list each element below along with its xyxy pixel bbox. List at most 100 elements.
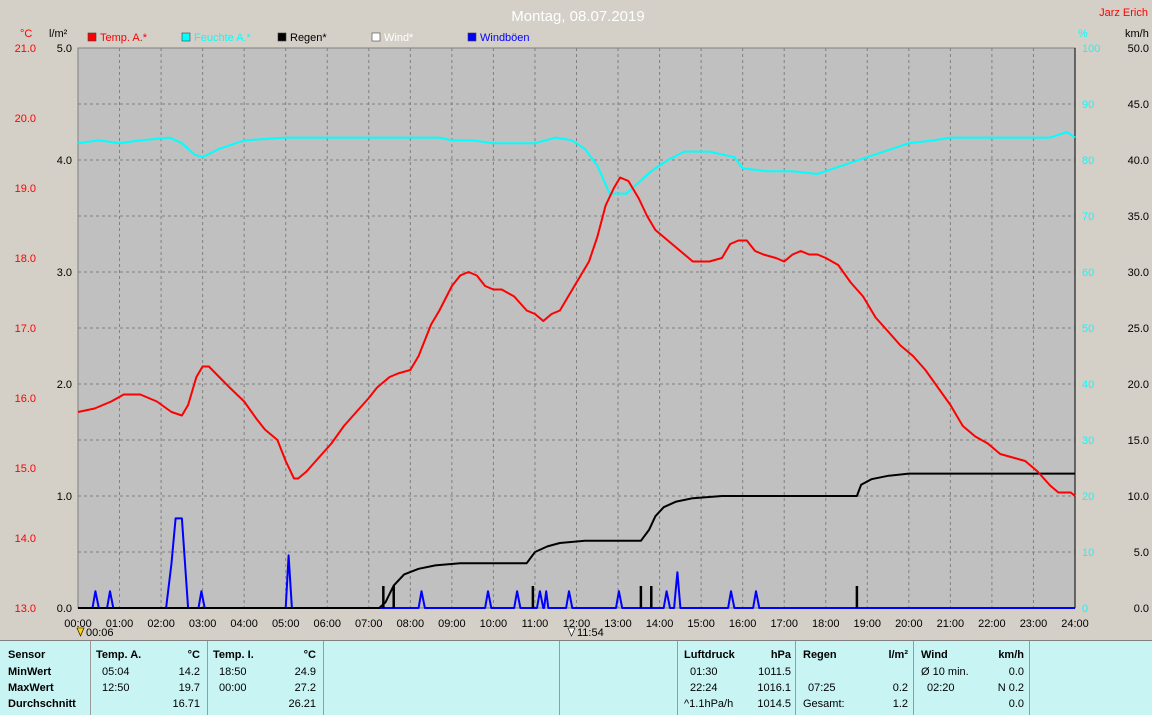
humidity-tick-label: 40 — [1082, 379, 1094, 391]
temp-tick-label: 18.0 — [15, 253, 36, 265]
humidity-unit-label: % — [1078, 28, 1088, 40]
x-tick-label: 16:00 — [729, 618, 757, 630]
temp-tick-label: 15.0 — [15, 463, 36, 475]
rain-tick-label: 4.0 — [57, 155, 72, 167]
marker-mid-label: 11:54 — [577, 627, 604, 639]
rain-total-label: Gesamt: — [803, 698, 845, 710]
humidity-tick-label: 30 — [1082, 435, 1094, 447]
humidity-tick-label: 10 — [1082, 547, 1094, 559]
author-label: Jarz Erich — [1099, 7, 1148, 19]
wind-tick-label: 15.0 — [1128, 435, 1149, 447]
x-tick-label: 08:00 — [397, 618, 425, 630]
humidity-tick-label: 50 — [1082, 323, 1094, 335]
stats-temp-i: Temp. I. °C 18:50 24.9 00:00 27.2 26.21 — [207, 641, 324, 715]
temp-a-avg-value: 16.71 — [172, 698, 200, 710]
x-tick-label: 15:00 — [687, 618, 715, 630]
temp-tick-label: 14.0 — [15, 533, 36, 545]
wind-title: Wind — [921, 649, 948, 661]
pressure-unit: hPa — [770, 649, 791, 661]
x-tick-label: 02:00 — [147, 618, 175, 630]
wind-tick-label: 50.0 — [1128, 43, 1149, 55]
pressure-trend-value: 1014.5 — [757, 698, 791, 710]
x-tick-label: 06:00 — [313, 618, 341, 630]
temp-i-min-time: 18:50 — [219, 666, 247, 678]
x-tick-label: 19:00 — [854, 618, 882, 630]
humidity-tick-label: 20 — [1082, 491, 1094, 503]
stats-temp-a: Temp. A. °C 05:04 14.2 12:50 19.7 16.71 — [90, 641, 208, 715]
temp-a-unit: °C — [187, 649, 200, 661]
humidity-tick-label: 90 — [1082, 99, 1094, 111]
wind-avg-label: Ø 10 min. — [921, 666, 969, 678]
legend-swatch — [87, 32, 97, 42]
x-tick-label: 22:00 — [978, 618, 1006, 630]
stats-spacer-b — [559, 641, 678, 715]
chart-title: Montag, 08.07.2019 — [511, 8, 644, 25]
wind-unit-label: km/h — [1125, 28, 1149, 40]
temp-tick-label: 17.0 — [15, 323, 36, 335]
rain-total-value: 1.2 — [892, 698, 908, 710]
temp-tick-label: 20.0 — [15, 113, 36, 125]
legend-label: Temp. A.* — [100, 32, 148, 44]
x-tick-label: 17:00 — [770, 618, 798, 630]
pressure-title: Luftdruck — [684, 649, 735, 661]
stats-pressure: Luftdruck hPa 01:30 1011.5 22:24 1016.1 … — [677, 641, 796, 715]
temp-i-max-time: 00:00 — [219, 682, 247, 694]
humidity-tick-label: 0 — [1082, 603, 1088, 615]
wind-unit: km/h — [998, 649, 1024, 661]
stats-label-avg: Durchschnitt — [8, 698, 76, 710]
legend-swatch — [181, 32, 191, 42]
temp-a-min-time: 05:04 — [102, 666, 130, 678]
rain-title: Regen — [803, 649, 837, 661]
marker-left-label: 00:06 — [86, 627, 114, 639]
wind-tick-label: 5.0 — [1134, 547, 1149, 559]
wind-max-time: 02:20 — [927, 682, 955, 694]
rain-max-time: 07:25 — [808, 682, 836, 694]
wind-max-value: N 0.2 — [997, 682, 1024, 694]
x-tick-label: 05:00 — [272, 618, 300, 630]
x-tick-label: 13:00 — [604, 618, 632, 630]
temp-i-title: Temp. I. — [213, 649, 254, 661]
pressure-max-value: 1016.1 — [757, 682, 791, 694]
stats-label-max: MaxWert — [8, 682, 54, 694]
pressure-max-time: 22:24 — [690, 682, 718, 694]
rain-tick-label: 3.0 — [57, 267, 72, 279]
wind-tick-label: 40.0 — [1128, 155, 1149, 167]
temp-i-max-value: 27.2 — [294, 682, 316, 694]
temp-i-avg-value: 26.21 — [288, 698, 316, 710]
legend-swatch — [371, 32, 381, 42]
stats-panel: Sensor MinWert MaxWert Durchschnitt Temp… — [0, 640, 1152, 715]
pressure-trend-label: ^1.1hPa/h — [684, 698, 734, 710]
wind-tick-label: 0.0 — [1134, 603, 1149, 615]
temp-tick-label: 13.0 — [15, 603, 36, 615]
wind-tick-label: 20.0 — [1128, 379, 1149, 391]
rain-tick-label: 2.0 — [57, 379, 72, 391]
wind-tick-label: 30.0 — [1128, 267, 1149, 279]
temp-tick-label: 16.0 — [15, 393, 36, 405]
x-tick-label: 23:00 — [1020, 618, 1048, 630]
weather-chart: 00:00 01:00 02:00 03:00 04:00 05:00 06:00 07:00… — [0, 0, 1152, 640]
temp-a-max-value: 19.7 — [178, 682, 200, 694]
legend-swatch — [277, 32, 287, 42]
temp-a-title: Temp. A. — [96, 649, 142, 661]
x-tick-label: 20:00 — [895, 618, 923, 630]
stats-spacer-a — [323, 641, 560, 715]
humidity-tick-label: 60 — [1082, 267, 1094, 279]
rain-unit: l/m² — [888, 649, 908, 661]
x-tick-label: 18:00 — [812, 618, 840, 630]
temp-i-unit: °C — [303, 649, 316, 661]
stats-label-min: MinWert — [8, 666, 52, 678]
x-tick-label: 11:00 — [522, 618, 549, 630]
x-tick-label: 14:00 — [646, 618, 674, 630]
stats-wind: Wind km/h Ø 10 min. 0.0 02:20 N 0.2 0.0 — [913, 641, 1030, 715]
pressure-min-value: 1011.5 — [758, 666, 791, 678]
wind-tick-label: 10.0 — [1128, 491, 1149, 503]
legend-swatch — [467, 32, 477, 42]
wind-tick-label: 35.0 — [1128, 211, 1149, 223]
rain-unit-label: l/m² — [49, 28, 68, 40]
pressure-min-time: 01:30 — [690, 666, 718, 678]
temp-unit-label: °C — [20, 28, 32, 40]
x-tick-label: 09:00 — [438, 618, 466, 630]
rain-max-value: 0.2 — [892, 682, 908, 694]
x-tick-label: 03:00 — [189, 618, 217, 630]
x-tick-label: 07:00 — [355, 618, 383, 630]
